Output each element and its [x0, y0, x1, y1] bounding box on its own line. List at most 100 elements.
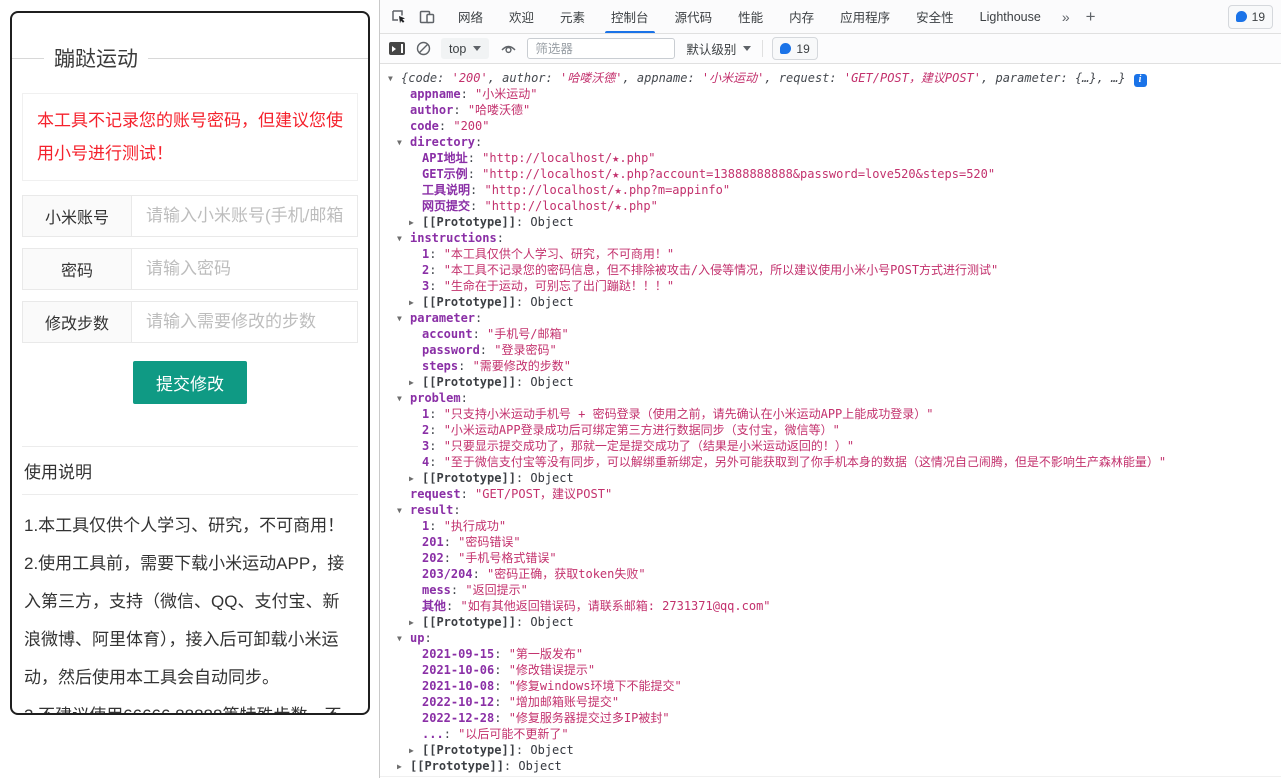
- console-row: ▶[[Prototype]]: Object: [380, 614, 1281, 630]
- password-input[interactable]: [132, 249, 357, 289]
- console-row: account: "手机号/邮箱": [380, 326, 1281, 342]
- property-key: 2022-12-28: [422, 711, 494, 725]
- property-value: "返回提示": [465, 583, 527, 597]
- console-messages-badge[interactable]: 19: [772, 37, 817, 60]
- tab-sources[interactable]: 源代码: [662, 0, 726, 33]
- console-output: ▼{code: '200', author: '哈喽沃德', appname: …: [380, 64, 1281, 778]
- property-value: "第一版发布": [509, 647, 583, 661]
- form-row-password: 密码: [22, 248, 358, 290]
- console-row: ▶[[Prototype]]: Object: [380, 758, 1281, 774]
- console-row: steps: "需要修改的步数": [380, 358, 1281, 374]
- expand-arrow-icon[interactable]: ▶: [397, 759, 410, 775]
- property-value: "如有其他返回错误码，请联系邮箱: 2731371@qq.com": [460, 599, 770, 613]
- property-key: problem: [410, 391, 461, 405]
- usage-list: 1.本工具仅供个人学习、研究，不可商用！2.使用工具前，需要下载小米运动APP，…: [22, 495, 358, 715]
- tab-application[interactable]: 应用程序: [827, 0, 903, 33]
- property-key: 2022-10-12: [422, 695, 494, 709]
- property-key: 201: [422, 535, 444, 549]
- expand-arrow-icon[interactable]: ▼: [397, 631, 410, 647]
- tab-security[interactable]: 安全性: [903, 0, 967, 33]
- expand-arrow-icon[interactable]: ▶: [409, 471, 422, 487]
- console-sidebar-icon[interactable]: [389, 42, 405, 55]
- tab-memory[interactable]: 内存: [776, 0, 827, 33]
- console-row: mess: "返回提示": [380, 582, 1281, 598]
- property-value: "小米运动": [475, 87, 537, 101]
- console-filter-input[interactable]: [527, 38, 675, 59]
- property-value: Object: [530, 743, 573, 757]
- expand-arrow-icon[interactable]: ▶: [409, 743, 422, 759]
- property-key: 网页提交: [422, 199, 470, 213]
- tab-elements[interactable]: 元素: [547, 0, 598, 33]
- console-row: 2022-12-28: "修复服务器提交过多IP被封": [380, 710, 1281, 726]
- info-icon[interactable]: i: [1134, 74, 1147, 87]
- tab-console[interactable]: 控制台: [598, 0, 662, 33]
- property-key: [[Prototype]]: [422, 471, 516, 485]
- property-key: author: [410, 103, 453, 117]
- tool-card: 蹦跶运动 本工具不记录您的账号密码，但建议您使用小号进行测试！ 小米账号密码修改…: [10, 11, 370, 715]
- tab-lighthouse[interactable]: Lighthouse: [967, 0, 1054, 33]
- expand-arrow-icon[interactable]: ▼: [397, 391, 410, 407]
- console-row: 2021-10-08: "修复windows环境下不能提交": [380, 678, 1281, 694]
- expand-arrow-icon[interactable]: ▶: [409, 215, 422, 231]
- tab-welcome[interactable]: 欢迎: [496, 0, 547, 33]
- console-row: 4: "至于微信支付宝等没有同步，可以解绑重新绑定，另外可能获取到了你手机本身的…: [380, 454, 1281, 470]
- expand-arrow-icon[interactable]: ▼: [397, 231, 410, 247]
- expand-arrow-icon[interactable]: ▼: [397, 503, 410, 519]
- console-row: 1: "本工具仅供个人学习、研究，不可商用！": [380, 246, 1281, 262]
- login-form: 小米账号密码修改步数: [22, 195, 358, 343]
- property-key: instructions: [410, 231, 497, 245]
- property-value: "http://localhost/★.php?account=13888888…: [482, 167, 995, 181]
- add-tab-icon[interactable]: +: [1078, 7, 1104, 27]
- chevron-down-icon: [743, 46, 751, 51]
- console-row: 2021-10-06: "修改错误提示": [380, 662, 1281, 678]
- tab-network[interactable]: 网络: [445, 0, 496, 33]
- property-value: "只要显示提交成功了，那就一定是提交成功了（结果是小米运动返回的！）": [444, 439, 854, 453]
- log-level-select[interactable]: 默认级别: [684, 39, 753, 58]
- property-value: "小米运动APP登录成功后可绑定第三方进行数据同步（支付宝，微信等）": [444, 423, 840, 437]
- console-toolbar: top 默认级别 19: [380, 34, 1281, 64]
- console-row: 2022-10-12: "增加邮箱账号提交": [380, 694, 1281, 710]
- property-key: [[Prototype]]: [422, 615, 516, 629]
- page-title: 蹦跶运动: [54, 43, 138, 73]
- property-value: "http://localhost/★.php": [482, 151, 655, 165]
- property-key: steps: [422, 359, 458, 373]
- mi-account-input[interactable]: [132, 196, 357, 236]
- property-value: Object: [530, 375, 573, 389]
- expand-arrow-icon[interactable]: ▼: [397, 135, 410, 151]
- issues-bubble-icon: [1236, 11, 1247, 22]
- property-value: "只支持小米运动手机号 + 密码登录（使用之前，请先确认在小米运动APP上能成功…: [444, 407, 934, 421]
- steps-input[interactable]: [132, 302, 357, 342]
- issues-button[interactable]: 19: [1228, 5, 1273, 29]
- password-label: 密码: [23, 249, 132, 289]
- expand-arrow-icon[interactable]: ▶: [409, 295, 422, 311]
- tab-performance[interactable]: 性能: [725, 0, 776, 33]
- form-row-steps: 修改步数: [22, 301, 358, 343]
- live-expression-eye-icon[interactable]: [498, 39, 518, 59]
- property-value: "增加邮箱账号提交": [509, 695, 619, 709]
- device-toolbar-icon[interactable]: [415, 5, 439, 29]
- expand-arrow-icon[interactable]: ▶: [409, 615, 422, 631]
- devtools-tabs: 网络欢迎元素控制台源代码性能内存应用程序安全性Lighthouse: [445, 0, 1054, 33]
- property-key: [[Prototype]]: [410, 759, 504, 773]
- property-value: "密码正确，获取token失败": [487, 567, 646, 581]
- javascript-context-select[interactable]: top: [441, 38, 489, 59]
- property-key: ...: [422, 727, 444, 741]
- console-row: 工具说明: "http://localhost/★.php?m=appinfo": [380, 182, 1281, 198]
- clear-console-icon[interactable]: [414, 40, 432, 58]
- property-value: Object: [530, 471, 573, 485]
- expand-arrow-icon[interactable]: ▶: [409, 375, 422, 391]
- expand-arrow-icon[interactable]: ▼: [388, 71, 401, 87]
- submit-button[interactable]: 提交修改: [133, 361, 247, 404]
- log-level-label: 默认级别: [686, 39, 736, 58]
- more-tabs-icon[interactable]: »: [1054, 9, 1078, 25]
- property-key: appname: [410, 87, 461, 101]
- console-object-preview: ▼{code: '200', author: '哈喽沃德', appname: …: [380, 70, 1281, 86]
- property-value: "修改错误提示": [509, 663, 595, 677]
- property-value: "修复windows环境下不能提交": [509, 679, 682, 693]
- console-row: ▼result:: [380, 502, 1281, 518]
- inspect-element-icon[interactable]: [387, 5, 411, 29]
- expand-arrow-icon[interactable]: ▼: [397, 311, 410, 327]
- property-key: 其他: [422, 599, 446, 613]
- property-value: Object: [530, 295, 573, 309]
- property-value: "至于微信支付宝等没有同步，可以解绑重新绑定，另外可能获取到了你手机本身的数据（…: [444, 455, 1166, 469]
